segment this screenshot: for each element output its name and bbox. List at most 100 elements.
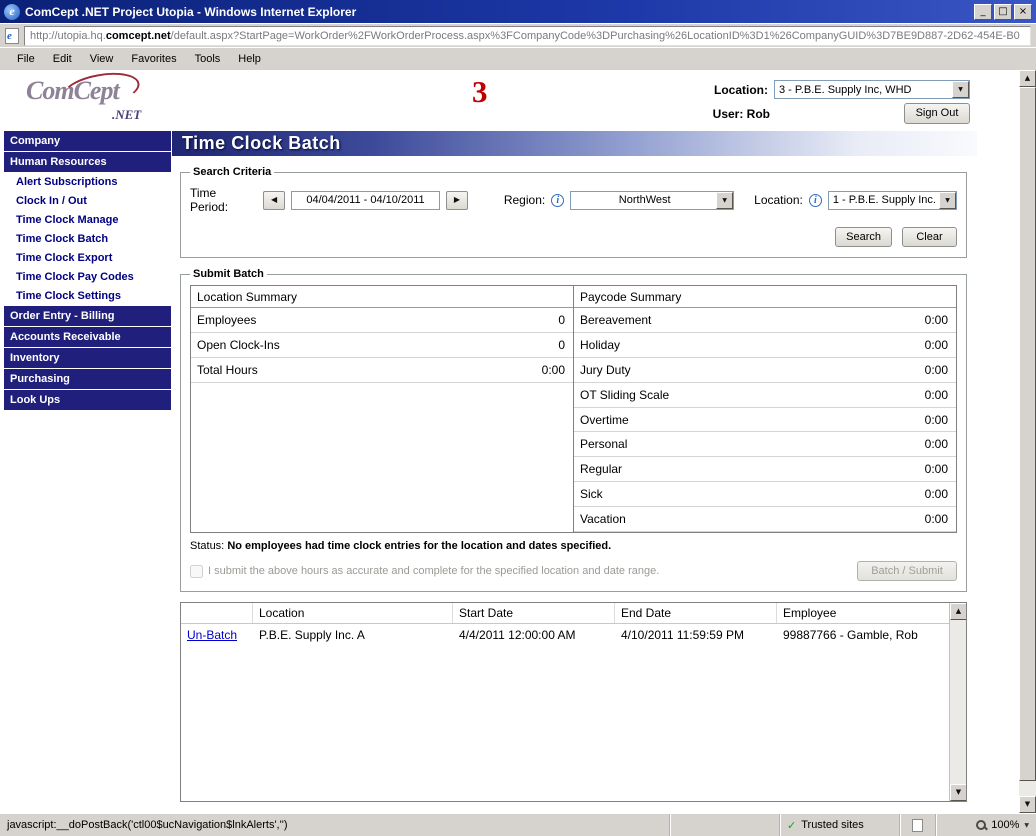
summary-row: Sick0:00 (574, 482, 956, 507)
menu-edit[interactable]: Edit (44, 50, 81, 68)
scroll-up-icon[interactable]: ▲ (950, 603, 967, 620)
sidebar-item-company[interactable]: Company (4, 131, 171, 151)
sidebar-item-order-entry-billing[interactable]: Order Entry - Billing (4, 306, 171, 326)
search-buttons-row: Search Clear (190, 227, 957, 247)
un-batch-link[interactable]: Un-Batch (187, 628, 237, 642)
web-page: ComCept .NET 3 Location: 3 - P.B.E. Supp… (0, 70, 1019, 813)
summary-label: Overtime (580, 413, 925, 427)
prev-period-button[interactable]: ◀ (263, 191, 285, 210)
table-row: Un-Batch P.B.E. Supply Inc. A 4/4/2011 1… (181, 624, 949, 646)
chevron-down-icon[interactable]: ▼ (1024, 822, 1029, 829)
summary-value: 0:00 (925, 487, 948, 501)
batched-entries-grid: Location Start Date End Date Employee Un… (180, 602, 967, 802)
scrollbar-thumb[interactable] (1019, 87, 1036, 781)
sidebar-item-time-clock-batch[interactable]: Time Clock Batch (4, 230, 171, 249)
scroll-down-icon[interactable]: ▼ (950, 784, 967, 801)
grid-scrollbar[interactable]: ▲ ▼ (949, 603, 966, 801)
menu-help[interactable]: Help (229, 50, 270, 68)
zoom-level: 100% (991, 819, 1019, 831)
status-empty-pane (670, 814, 780, 836)
header-location-select[interactable]: 3 - P.B.E. Supply Inc, WHD ▼ (774, 80, 970, 99)
sidebar-item-time-clock-settings[interactable]: Time Clock Settings (4, 287, 171, 306)
summary-row: Personal0:00 (574, 432, 956, 457)
region-label: Region: (504, 193, 545, 207)
summary-label: Jury Duty (580, 363, 925, 377)
region-info-icon[interactable]: i (551, 194, 564, 207)
next-period-button[interactable]: ▶ (446, 191, 468, 210)
time-period-label: Time Period: (190, 186, 257, 214)
menu-favorites[interactable]: Favorites (122, 50, 185, 68)
summary-label: Holiday (580, 338, 925, 352)
summary-value: 0:00 (925, 462, 948, 476)
summary-label: Employees (197, 313, 558, 327)
sidebar-item-accounts-receivable[interactable]: Accounts Receivable (4, 327, 171, 347)
location-select[interactable]: 1 - P.B.E. Supply Inc. ▼ (828, 191, 957, 210)
scroll-up-icon[interactable]: ▲ (1019, 70, 1036, 87)
sidebar-item-time-clock-pay-codes[interactable]: Time Clock Pay Codes (4, 268, 171, 287)
scroll-down-icon[interactable]: ▼ (1019, 796, 1036, 813)
sidebar-item-human-resources[interactable]: Human Resources (4, 152, 171, 172)
sidebar-item-time-clock-export[interactable]: Time Clock Export (4, 249, 171, 268)
clear-button[interactable]: Clear (902, 227, 957, 247)
zoom-control[interactable]: 100% ▼ (936, 814, 1036, 836)
region-select[interactable]: NorthWest ▼ (570, 191, 734, 210)
summary-label: Bereavement (580, 313, 925, 327)
row-employee: 99887766 - Gamble, Rob (777, 626, 949, 644)
chevron-down-icon[interactable]: ▼ (716, 192, 733, 209)
time-period-input[interactable] (291, 191, 440, 210)
batch-submit-button[interactable]: Batch / Submit (857, 561, 957, 581)
chevron-down-icon[interactable]: ▼ (939, 192, 956, 209)
titlebar: e ComCept .NET Project Utopia - Windows … (0, 0, 1036, 23)
sidebar-item-inventory[interactable]: Inventory (4, 348, 171, 368)
summary-value: 0:00 (925, 313, 948, 327)
status-label: Status: (190, 540, 224, 552)
logo-net-text: .NET (112, 107, 141, 123)
address-input[interactable]: http://utopia.hq.comcept.net/default.asp… (24, 26, 1031, 46)
page-scrollbar[interactable]: ▲ ▼ (1019, 70, 1036, 813)
summary-row: Open Clock-Ins0 (191, 333, 573, 358)
main-content: Time Clock Batch Search Criteria Time Pe… (172, 131, 977, 813)
batch-status-line: Status: No employees had time clock entr… (190, 540, 957, 552)
submit-batch-fieldset: Submit Batch Location Summary Employees0… (180, 268, 967, 592)
sidebar-item-time-clock-manage[interactable]: Time Clock Manage (4, 211, 171, 230)
search-button[interactable]: Search (835, 227, 892, 247)
summary-value: 0:00 (925, 512, 948, 526)
location-info-icon[interactable]: i (809, 194, 822, 207)
summary-value: 0:00 (925, 338, 948, 352)
sidebar-item-clock-in-out[interactable]: Clock In / Out (4, 192, 171, 211)
page-mode-pane (900, 814, 936, 836)
summary-row: OT Sliding Scale0:00 (574, 383, 956, 408)
search-criteria-fieldset: Search Criteria Time Period: ◀ ▶ Region:… (180, 166, 967, 258)
location-label: Location: (754, 193, 803, 207)
menu-file[interactable]: File (8, 50, 44, 68)
summary-label: Regular (580, 462, 925, 476)
sidebar-item-purchasing[interactable]: Purchasing (4, 369, 171, 389)
grid-header-row: Location Start Date End Date Employee (181, 603, 949, 624)
minimize-button[interactable]: _ (974, 4, 992, 20)
header-location-label: Location: (714, 83, 768, 97)
summary-label: Vacation (580, 512, 925, 526)
sidebar-item-alert-subscriptions[interactable]: Alert Subscriptions (4, 173, 171, 192)
menu-tools[interactable]: Tools (186, 50, 230, 68)
summary-value: 0:00 (925, 388, 948, 402)
zoom-icon (976, 820, 986, 830)
maximize-button[interactable]: □ (994, 4, 1012, 20)
certify-checkbox[interactable] (190, 565, 203, 578)
address-bar: e http://utopia.hq.comcept.net/default.a… (0, 23, 1036, 47)
row-end-date: 4/10/2011 11:59:59 PM (615, 626, 777, 644)
menu-view[interactable]: View (81, 50, 123, 68)
page-body: Company Human Resources Alert Subscripti… (0, 131, 1019, 813)
page-marker: 3 (472, 74, 488, 110)
close-button[interactable]: × (1014, 4, 1032, 20)
window-title: ComCept .NET Project Utopia - Windows In… (25, 5, 969, 19)
security-zone-pane[interactable]: ✓ Trusted sites (780, 814, 900, 836)
sign-out-button[interactable]: Sign Out (904, 103, 970, 124)
summary-row: Overtime0:00 (574, 408, 956, 433)
search-criteria-legend: Search Criteria (190, 166, 274, 178)
row-start-date: 4/4/2011 12:00:00 AM (453, 626, 615, 644)
sidebar-item-look-ups[interactable]: Look Ups (4, 390, 171, 410)
page-icon (912, 819, 923, 832)
grid-header-employee: Employee (777, 603, 949, 623)
grid-header-action (181, 603, 253, 623)
chevron-down-icon[interactable]: ▼ (952, 81, 969, 98)
